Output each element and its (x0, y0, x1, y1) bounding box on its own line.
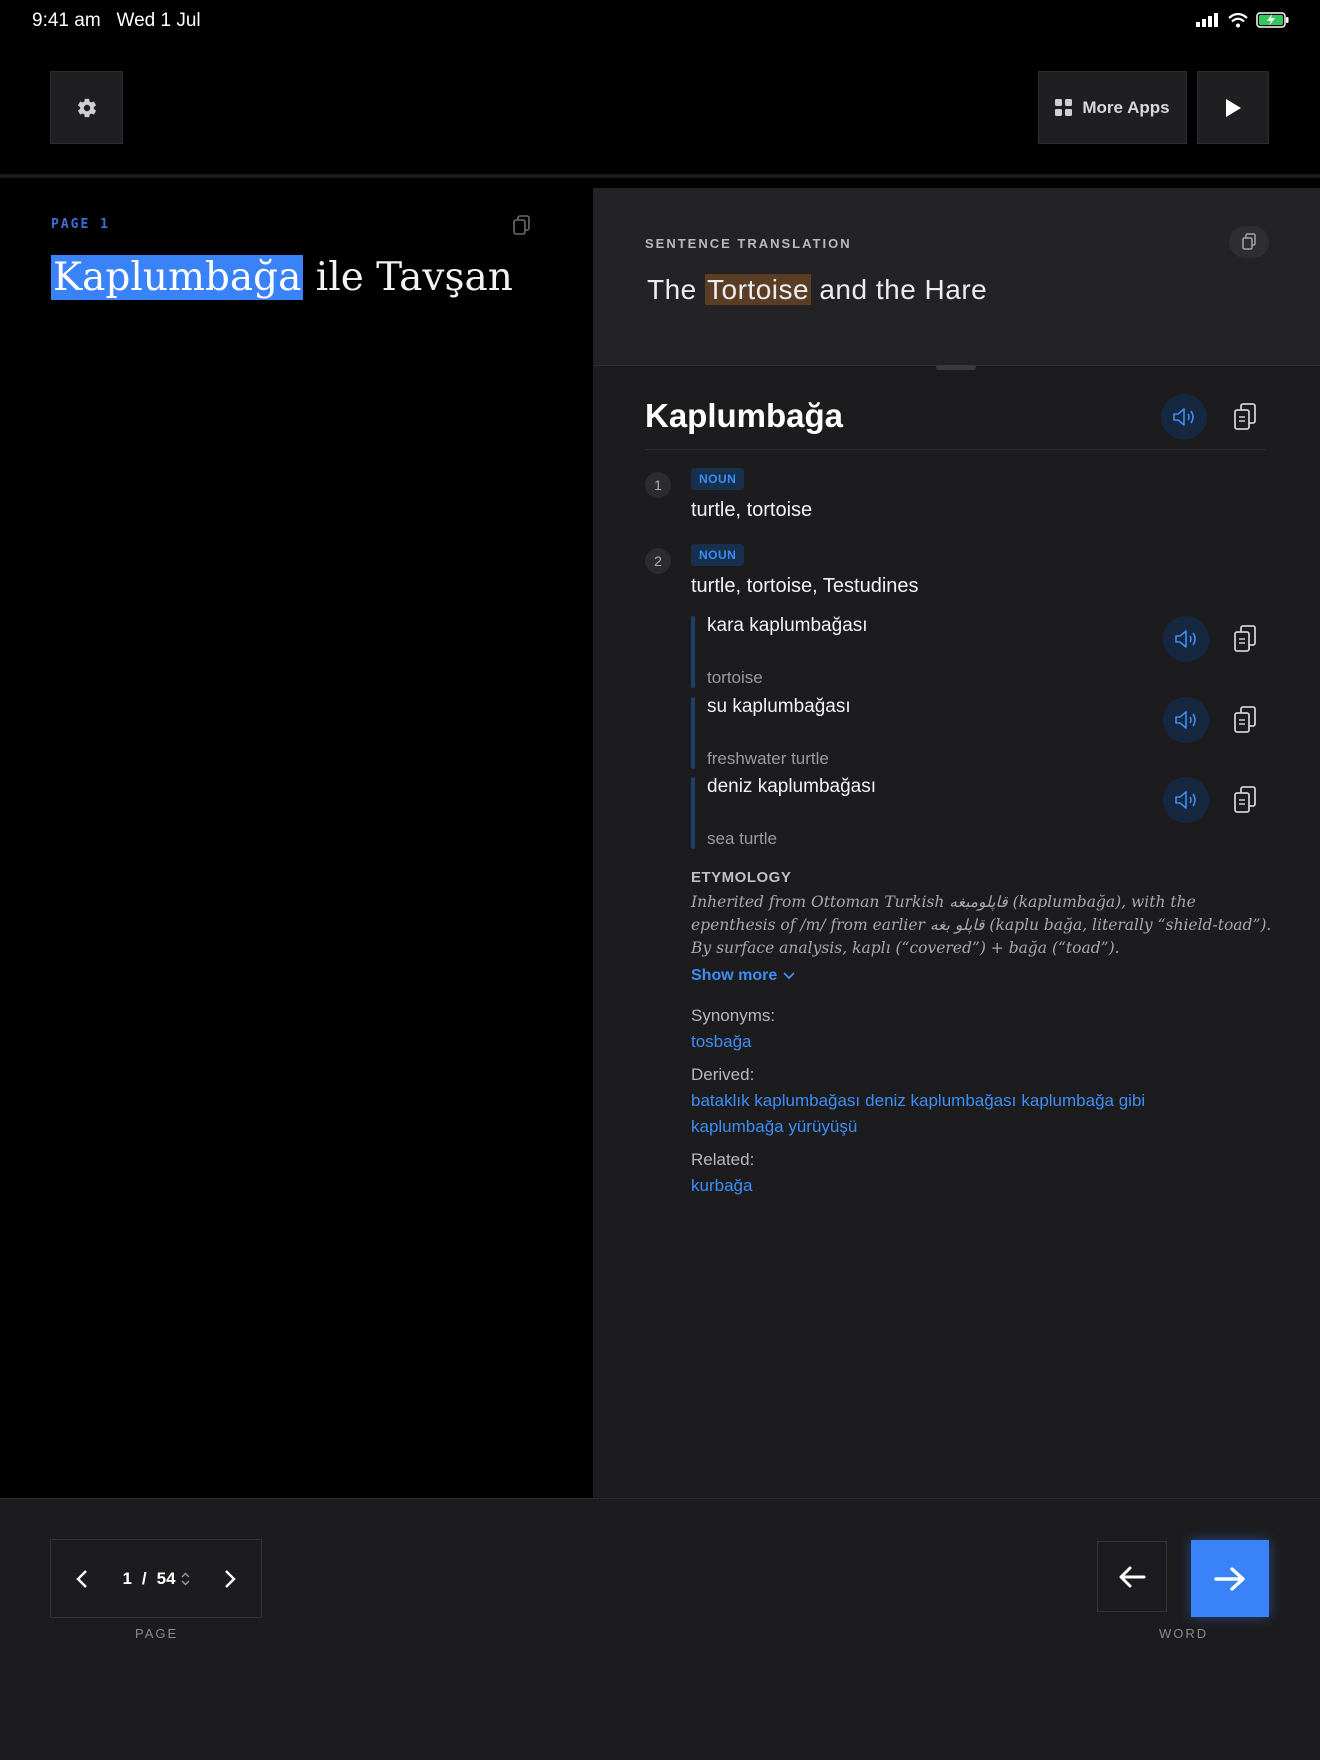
entry-word: Kaplumbağa (645, 397, 844, 434)
etymology-text: Inherited from Ottoman Turkish قاپلومبغه… (691, 893, 1272, 957)
copy-icon (1234, 786, 1256, 813)
copy-icon (1234, 403, 1256, 430)
translation-text: The Tortoise and the Hare (647, 274, 987, 306)
dictionary-pane (593, 188, 1320, 1498)
more-apps-label: More Apps (1082, 97, 1170, 117)
show-more-label: Show more (691, 967, 778, 984)
wifi-icon (1228, 12, 1248, 27)
reading-pane (0, 178, 593, 1498)
page-copy-button[interactable] (512, 214, 532, 241)
etymology-label: ETYMOLOGY (691, 869, 792, 886)
speaker-icon (1173, 408, 1194, 426)
translation-before: The (647, 274, 706, 305)
copy-word-button[interactable] (1225, 397, 1265, 437)
sense-number: 2 (645, 548, 671, 574)
status-time: 9:41 am (32, 10, 101, 31)
copy-icon (1234, 625, 1256, 652)
example-translation: tortoise (707, 668, 763, 687)
page-separator: / (141, 1568, 147, 1588)
copy-icon (513, 215, 530, 235)
example-term: deniz kaplumbağası (707, 776, 876, 797)
battery-charging-icon (1256, 12, 1289, 28)
bottom-bar (0, 1498, 1320, 1760)
word-nav-label: WORD (1159, 1626, 1209, 1641)
status-bar-clock: 9:41 am Wed 1 Jul (32, 10, 201, 32)
example-term: kara kaplumbağası (707, 615, 868, 636)
derived-label: Derived: (691, 1065, 755, 1084)
derived-link[interactable]: deniz kaplumbağası (865, 1091, 1016, 1111)
next-word-button[interactable] (1191, 1540, 1269, 1617)
arrow-right-icon (1214, 1566, 1245, 1591)
translation-after: and the Hare (811, 274, 988, 305)
copy-example-button[interactable] (1225, 780, 1265, 820)
gear-icon (77, 98, 96, 117)
speaker-icon (1175, 711, 1196, 729)
example-bar (691, 697, 695, 769)
pos-badge: NOUN (691, 544, 745, 566)
more-apps-button[interactable]: More Apps (1038, 71, 1187, 144)
chevron-right-icon (225, 1569, 236, 1588)
chevron-up-down-icon (181, 1572, 190, 1585)
next-page-button[interactable] (199, 1540, 261, 1617)
translation-label: SENTENCE TRANSLATION (645, 236, 852, 251)
synonyms-label: Synonyms: (691, 1006, 776, 1025)
play-icon (1226, 98, 1241, 117)
pos-badge: NOUN (691, 468, 745, 490)
derived-link[interactable]: kaplumbağa yürüyüşü (691, 1117, 857, 1137)
derived-link[interactable]: kaplumbağa gibi (1021, 1091, 1145, 1111)
example-translation: freshwater turtle (707, 749, 829, 768)
page-title: Kaplumbağa ile Tavşan (51, 255, 513, 300)
example-translation: sea turtle (707, 829, 777, 848)
sense-gloss: turtle, tortoise (691, 499, 813, 521)
total-pages: 54 (156, 1568, 176, 1588)
pronounce-word-button[interactable] (1161, 394, 1207, 440)
page-nav-label: PAGE (135, 1626, 179, 1641)
example-term: su kaplumbağası (707, 696, 851, 717)
signal-icon (1196, 13, 1218, 27)
title-rest[interactable]: ile Tavşan (303, 255, 513, 300)
chevron-left-icon (76, 1569, 87, 1588)
related-label: Related: (691, 1150, 755, 1169)
derived-link[interactable]: bataklık kaplumbağası (691, 1091, 860, 1111)
derived-list: bataklık kaplumbağası deniz kaplumbağası… (691, 1091, 1145, 1111)
copy-icon (1234, 706, 1256, 733)
speaker-icon (1175, 791, 1196, 809)
settings-button[interactable] (50, 71, 123, 144)
previous-word-button[interactable] (1097, 1541, 1167, 1612)
page-label: PAGE 1 (51, 217, 110, 232)
page-indicator[interactable]: 1 / 54 (113, 1569, 199, 1589)
sense-gloss: turtle, tortoise, Testudines (691, 575, 919, 597)
pronounce-example-button[interactable] (1163, 616, 1209, 662)
grid-icon (1055, 99, 1073, 116)
selected-word[interactable]: Kaplumbağa (51, 255, 304, 300)
example-bar (691, 777, 695, 849)
pronounce-example-button[interactable] (1163, 697, 1209, 743)
show-more-button[interactable]: Show more (691, 967, 795, 985)
resize-handle[interactable] (936, 365, 976, 370)
prev-page-button[interactable] (51, 1540, 113, 1617)
play-button[interactable] (1197, 71, 1269, 144)
current-page: 1 (122, 1568, 132, 1588)
translation-copy-button[interactable] (1229, 226, 1269, 258)
related-link[interactable]: kurbağa (691, 1176, 752, 1196)
sense-number: 1 (645, 472, 671, 498)
synonym-link[interactable]: tosbağa (691, 1032, 752, 1052)
page-pager: 1 / 54 (50, 1539, 262, 1618)
arrow-left-icon (1119, 1566, 1146, 1587)
example-bar (691, 616, 695, 688)
status-date: Wed 1 Jul (116, 10, 201, 31)
copy-example-button[interactable] (1225, 619, 1265, 659)
pronounce-example-button[interactable] (1163, 777, 1209, 823)
chevron-down-icon (783, 972, 795, 980)
speaker-icon (1175, 630, 1196, 648)
translation-highlight: Tortoise (705, 274, 812, 305)
entry-divider (645, 449, 1266, 450)
status-icons (1196, 12, 1290, 28)
copy-example-button[interactable] (1225, 700, 1265, 740)
copy-icon (1242, 233, 1256, 250)
